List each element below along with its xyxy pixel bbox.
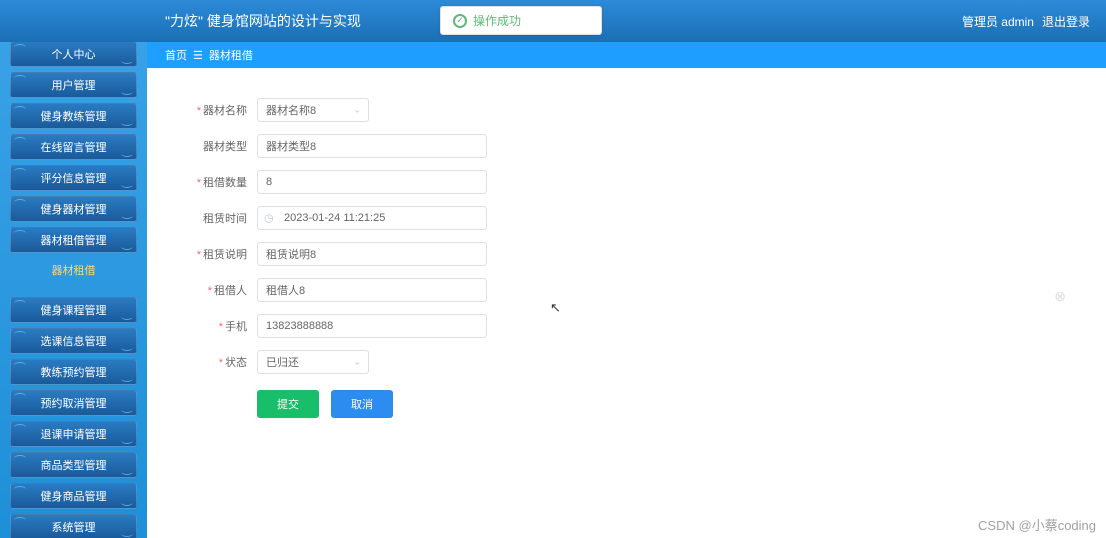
breadcrumb: 首页 ☰ 器材租借 <box>0 42 1106 68</box>
nav-user-mgmt[interactable]: 用户管理 <box>10 72 137 98</box>
nav-rating-mgmt[interactable]: 评分信息管理 <box>10 165 137 191</box>
nav-system-mgmt[interactable]: 系统管理 <box>10 514 137 538</box>
main-form: *器材名称 ⌄ 器材类型 *租借数量 租赁时间 ◷ *租赁说明 *租借人 *手机… <box>147 68 1106 538</box>
breadcrumb-sep: ☰ <box>193 49 203 62</box>
close-icon[interactable]: ⊗ <box>1054 288 1066 305</box>
status-select[interactable] <box>257 350 369 374</box>
nav-enroll-mgmt[interactable]: 选课信息管理 <box>10 328 137 354</box>
sidebar: 首页 个人中心 用户管理 健身教练管理 在线留言管理 评分信息管理 健身器材管理… <box>0 0 147 538</box>
nav-message-mgmt[interactable]: 在线留言管理 <box>10 134 137 160</box>
phone-input[interactable] <box>257 314 487 338</box>
name-select[interactable] <box>257 98 369 122</box>
breadcrumb-home[interactable]: 首页 <box>165 47 187 63</box>
type-input[interactable] <box>257 134 487 158</box>
nav-withdraw-mgmt[interactable]: 退课申请管理 <box>10 421 137 447</box>
user-role: 管理员 admin <box>962 13 1034 30</box>
renter-label: *租借人 <box>177 282 247 298</box>
nav-product-mgmt[interactable]: 健身商品管理 <box>10 483 137 509</box>
nav-coach-mgmt[interactable]: 健身教练管理 <box>10 103 137 129</box>
clock-icon: ◷ <box>264 212 274 225</box>
breadcrumb-current: 器材租借 <box>209 47 253 63</box>
nav-booking-cancel[interactable]: 预约取消管理 <box>10 390 137 416</box>
watermark: CSDN @小蔡coding <box>978 515 1096 534</box>
nav-product-type[interactable]: 商品类型管理 <box>10 452 137 478</box>
success-icon: ✓ <box>453 14 467 28</box>
cursor-icon: ↖ <box>550 300 561 316</box>
submit-button[interactable]: 提交 <box>257 390 319 418</box>
phone-label: *手机 <box>177 318 247 334</box>
success-toast: ✓ 操作成功 <box>440 6 602 35</box>
name-label: *器材名称 <box>177 102 247 118</box>
cancel-button[interactable]: 取消 <box>331 390 393 418</box>
nav-course-mgmt[interactable]: 健身课程管理 <box>10 297 137 323</box>
logout-link[interactable]: 退出登录 <box>1042 13 1090 30</box>
toast-text: 操作成功 <box>473 12 521 29</box>
nav-equipment-mgmt[interactable]: 健身器材管理 <box>10 196 137 222</box>
qty-label: *租借数量 <box>177 174 247 190</box>
qty-input[interactable] <box>257 170 487 194</box>
time-input[interactable] <box>257 206 487 230</box>
time-label: 租赁时间 <box>177 210 247 226</box>
header: "力炫" 健身馆网站的设计与实现 ✓ 操作成功 管理员 admin 退出登录 <box>0 0 1106 42</box>
renter-input[interactable] <box>257 278 487 302</box>
desc-input[interactable] <box>257 242 487 266</box>
nav-coach-booking[interactable]: 教练预约管理 <box>10 359 137 385</box>
desc-label: *租赁说明 <box>177 246 247 262</box>
type-label: 器材类型 <box>177 138 247 154</box>
nav-rental-mgmt[interactable]: 器材租借管理 <box>10 227 137 253</box>
nav-personal-center[interactable]: 个人中心 <box>10 41 137 67</box>
nav-rental-active[interactable]: 器材租借 <box>10 258 137 282</box>
app-title: "力炫" 健身馆网站的设计与实现 <box>165 11 361 31</box>
status-label: *状态 <box>177 354 247 370</box>
